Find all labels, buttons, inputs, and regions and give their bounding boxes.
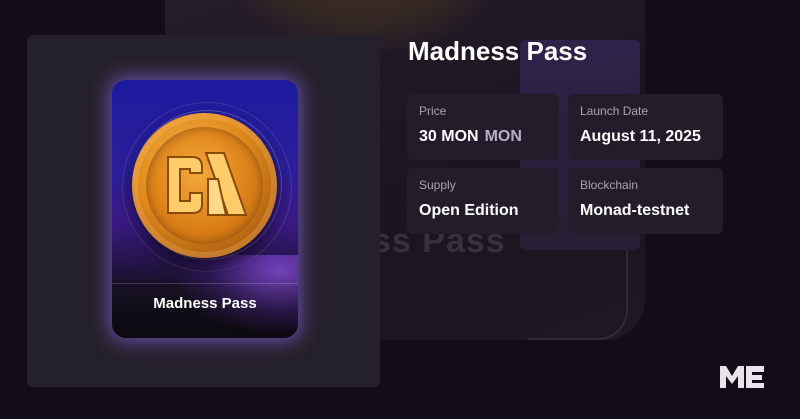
supply-label: Supply bbox=[419, 178, 456, 192]
card-divider bbox=[112, 283, 298, 284]
launch-date-value: August 11, 2025 bbox=[580, 128, 701, 145]
supply-box: Supply Open Edition bbox=[407, 168, 559, 234]
price-box: Price 30 MON MON bbox=[407, 94, 559, 160]
background-line bbox=[528, 250, 628, 340]
launch-date-box: Launch Date August 11, 2025 bbox=[568, 94, 723, 160]
price-value-row: 30 MON MON bbox=[419, 128, 547, 146]
price-label: Price bbox=[419, 104, 447, 118]
supply-value: Open Edition bbox=[419, 202, 519, 219]
blockchain-box: Blockchain Monad-testnet bbox=[568, 168, 723, 234]
magic-eden-logo-icon[interactable] bbox=[718, 364, 766, 390]
page-title: Madness Pass bbox=[408, 36, 588, 66]
blockchain-label: Blockchain bbox=[580, 178, 639, 192]
price-unit: MON bbox=[484, 128, 522, 145]
card-title: Madness Pass bbox=[153, 295, 257, 312]
price-value: 30 MON bbox=[419, 128, 479, 145]
blockchain-value: Monad-testnet bbox=[580, 202, 690, 219]
madness-logo-icon bbox=[167, 152, 248, 216]
madness-coin-icon bbox=[132, 113, 277, 258]
nft-card[interactable]: Madness Pass bbox=[112, 80, 298, 338]
launch-date-label: Launch Date bbox=[580, 104, 649, 118]
